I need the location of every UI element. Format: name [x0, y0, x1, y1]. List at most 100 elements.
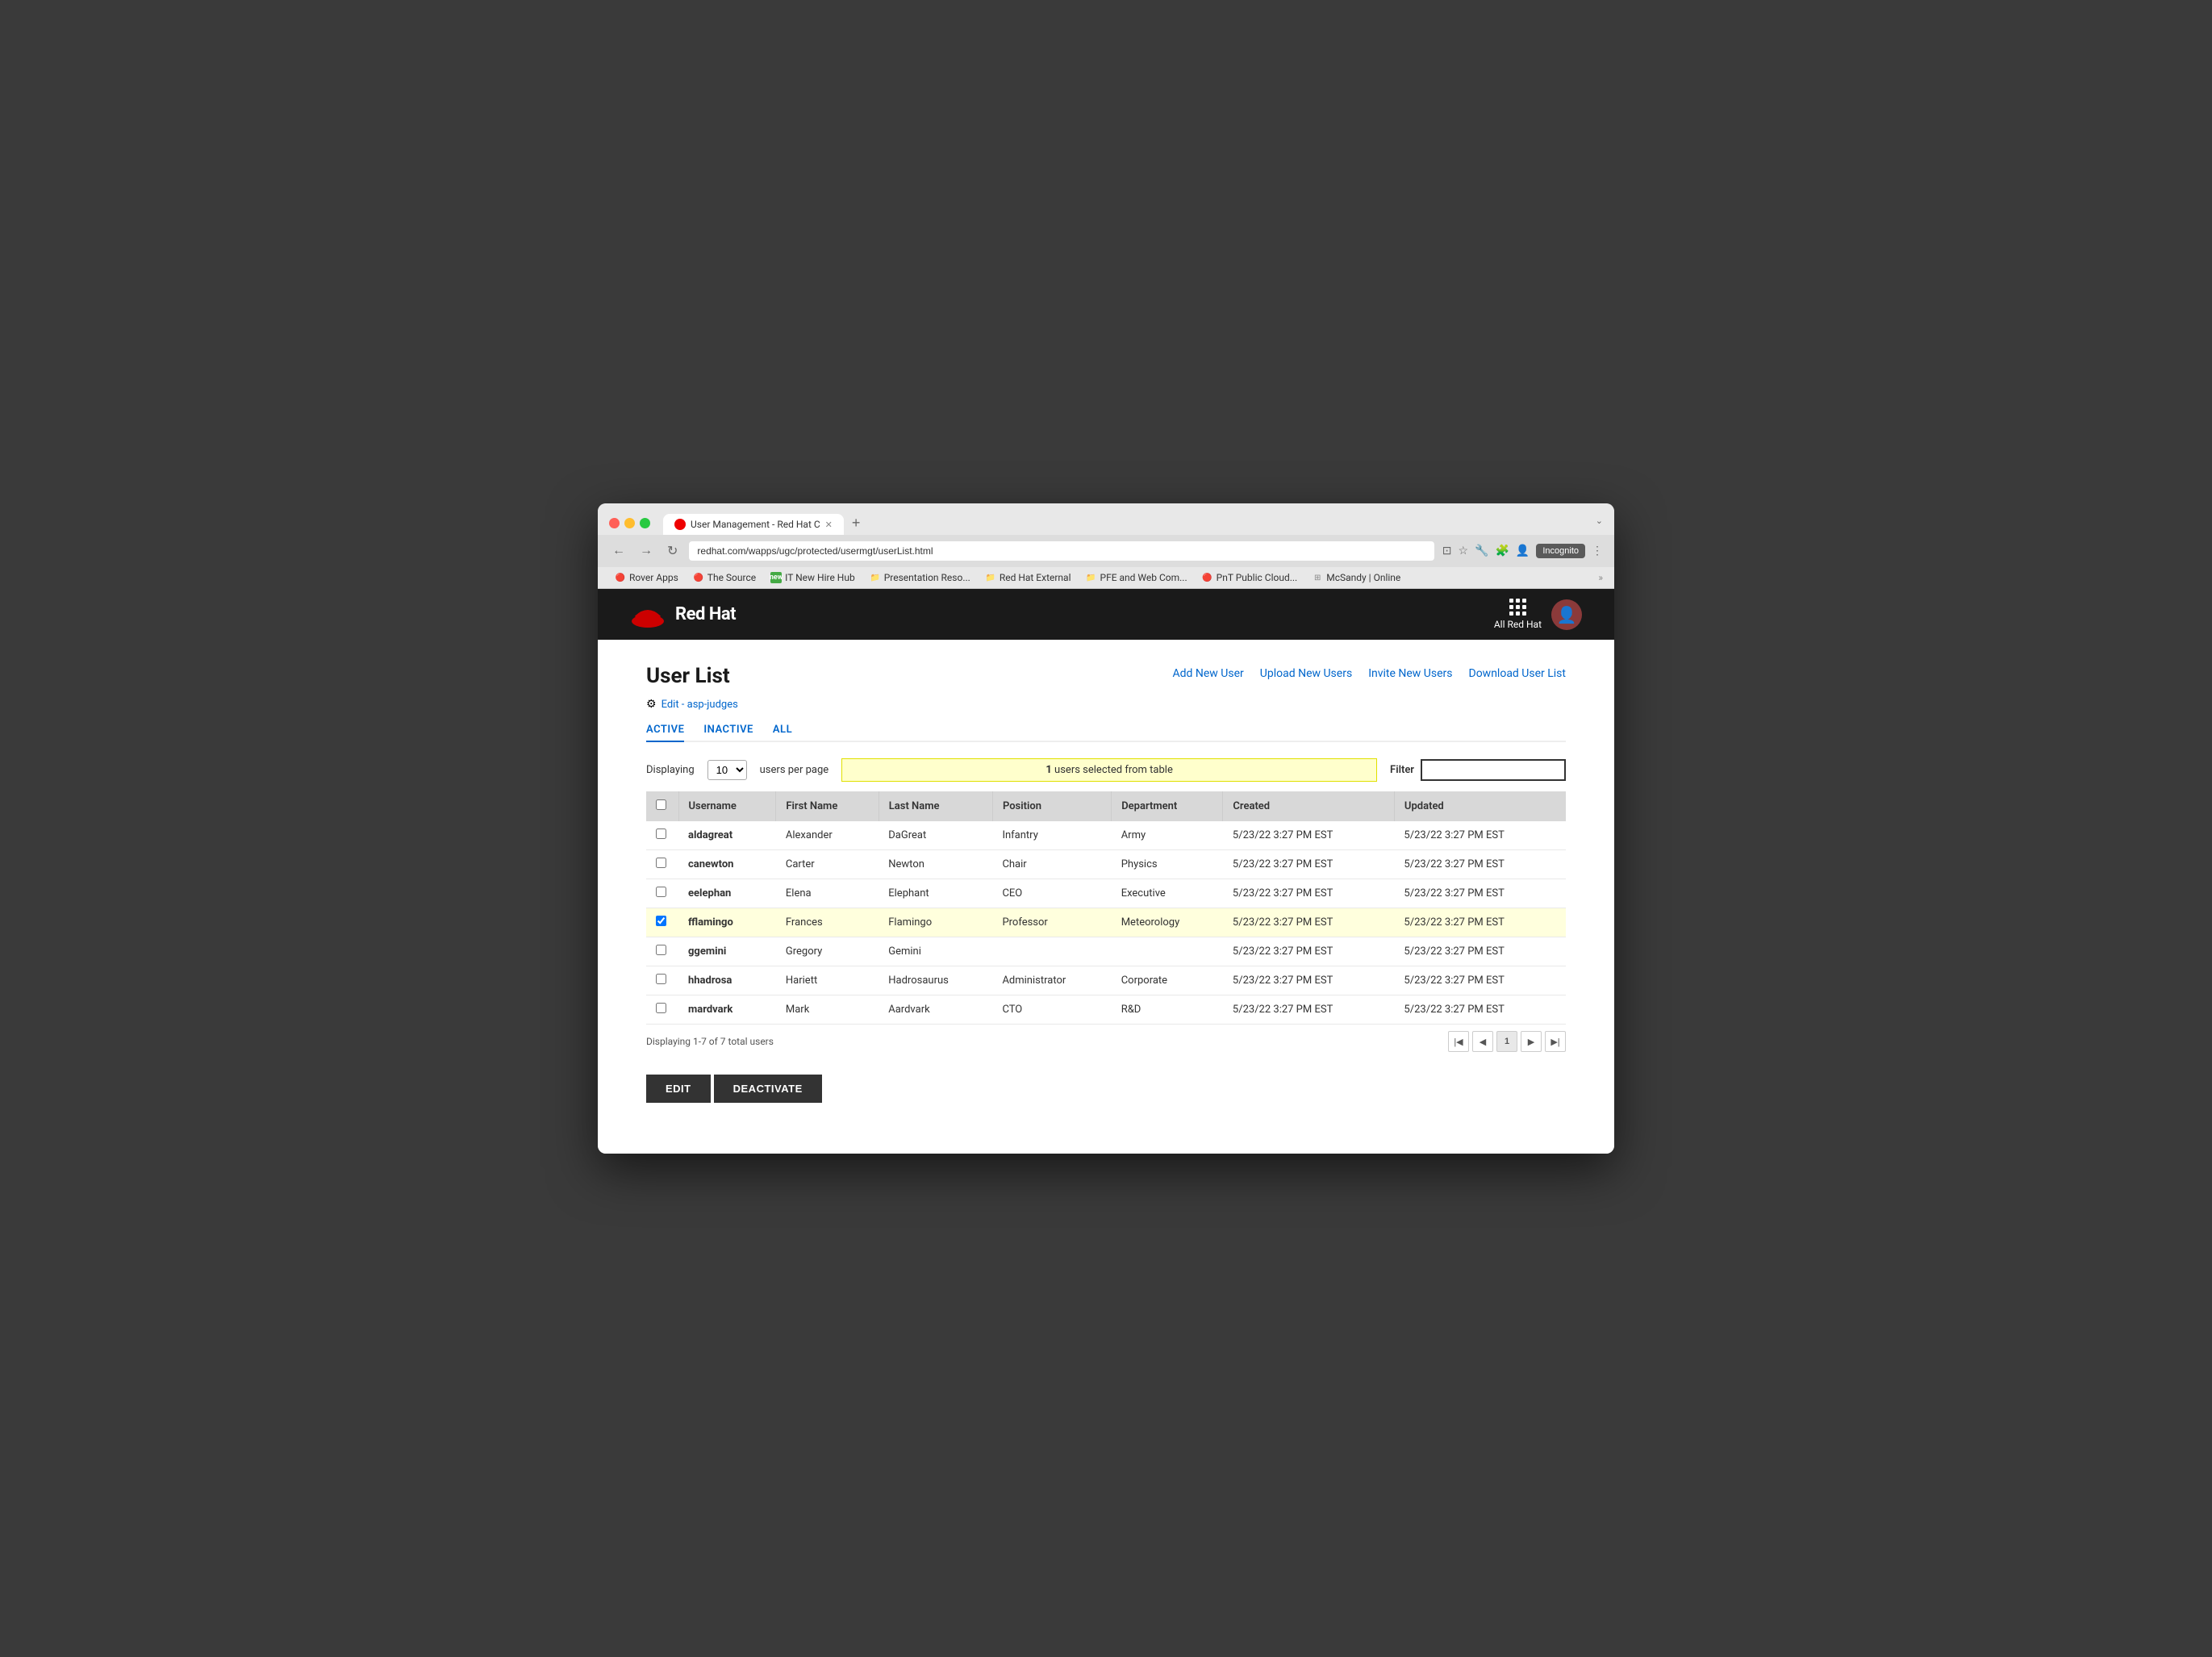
- cell-updated: 5/23/22 3:27 PM EST: [1394, 937, 1566, 966]
- bookmark-mcsandy[interactable]: ⊞ McSandy | Online: [1306, 570, 1406, 585]
- cell-username: fflamingo: [678, 908, 776, 937]
- redhat-logo-svg: [630, 600, 666, 629]
- filter-input[interactable]: [1421, 759, 1566, 781]
- cell-created: 5/23/22 3:27 PM EST: [1223, 879, 1395, 908]
- cell-created: 5/23/22 3:27 PM EST: [1223, 995, 1395, 1025]
- active-tab[interactable]: ● User Management - Red Hat C ✕: [663, 514, 844, 535]
- row-checkbox-cell: [646, 821, 678, 850]
- table-row: eelephan Elena Elephant CEO Executive 5/…: [646, 879, 1566, 908]
- col-username: Username: [678, 791, 776, 821]
- cell-username: hhadrosa: [678, 966, 776, 995]
- cell-first-name: Alexander: [776, 821, 879, 850]
- all-red-hat-btn[interactable]: All Red Hat: [1494, 599, 1542, 630]
- row-checkbox[interactable]: [656, 887, 666, 897]
- row-checkbox[interactable]: [656, 858, 666, 868]
- table-row: fflamingo Frances Flamingo Professor Met…: [646, 908, 1566, 937]
- traffic-lights: [609, 518, 650, 528]
- maximize-window-btn[interactable]: [640, 518, 650, 528]
- next-page-btn[interactable]: ▶: [1521, 1031, 1542, 1052]
- cell-first-name: Frances: [776, 908, 879, 937]
- add-new-user-link[interactable]: Add New User: [1172, 667, 1243, 680]
- cell-department: [1112, 937, 1223, 966]
- row-checkbox[interactable]: [656, 828, 666, 839]
- row-checkbox[interactable]: [656, 1003, 666, 1013]
- col-position: Position: [992, 791, 1111, 821]
- main-content: User List Add New User Upload New Users …: [598, 640, 1614, 1135]
- tab-active[interactable]: ACTIVE: [646, 724, 684, 742]
- cell-first-name: Elena: [776, 879, 879, 908]
- bookmarks-bar: 🔴 Rover Apps 🔴 The Source new IT New Hir…: [598, 567, 1614, 589]
- row-checkbox[interactable]: [656, 916, 666, 926]
- close-window-btn[interactable]: [609, 518, 620, 528]
- tab-inactive[interactable]: INACTIVE: [703, 724, 753, 739]
- bookmark-presentation[interactable]: 📁 Presentation Reso...: [864, 570, 976, 585]
- filter-label: Filter: [1390, 764, 1414, 776]
- cell-last-name: Hadrosaurus: [879, 966, 992, 995]
- row-checkbox-cell: [646, 879, 678, 908]
- forward-btn[interactable]: →: [636, 542, 656, 560]
- bookmark-pfe[interactable]: 📁 PFE and Web Com...: [1080, 570, 1193, 585]
- cell-created: 5/23/22 3:27 PM EST: [1223, 821, 1395, 850]
- tab-title: User Management - Red Hat C: [691, 519, 820, 530]
- extensions-btn[interactable]: 🧩: [1495, 545, 1509, 557]
- last-page-btn[interactable]: ▶|: [1545, 1031, 1566, 1052]
- browser-window: ● User Management - Red Hat C ✕ + ⌄ ← → …: [598, 503, 1614, 1154]
- table-row: aldagreat Alexander DaGreat Infantry Arm…: [646, 821, 1566, 850]
- deactivate-button[interactable]: DEACTIVATE: [714, 1075, 822, 1103]
- redhat-icon: 🔴: [615, 572, 626, 583]
- bookmark-rover-apps[interactable]: 🔴 Rover Apps: [609, 570, 684, 585]
- new-tab-btn[interactable]: +: [845, 511, 867, 535]
- download-user-list-link[interactable]: Download User List: [1469, 667, 1567, 680]
- row-checkbox-cell: [646, 995, 678, 1025]
- cell-first-name: Mark: [776, 995, 879, 1025]
- tab-close-btn[interactable]: ✕: [825, 520, 833, 530]
- prev-page-btn[interactable]: ◀: [1472, 1031, 1493, 1052]
- reload-btn[interactable]: ↻: [664, 541, 681, 561]
- cell-department: Meteorology: [1112, 908, 1223, 937]
- table-row: hhadrosa Hariett Hadrosaurus Administrat…: [646, 966, 1566, 995]
- first-page-btn[interactable]: |◀: [1448, 1031, 1469, 1052]
- action-links: Add New User Upload New Users Invite New…: [1172, 664, 1566, 680]
- edit-button[interactable]: EDIT: [646, 1075, 711, 1103]
- edit-group-link[interactable]: Edit - asp-judges: [662, 699, 738, 711]
- user-avatar[interactable]: 👤: [1551, 599, 1582, 630]
- cell-first-name: Gregory: [776, 937, 879, 966]
- settings-icon: ⚙: [646, 698, 657, 711]
- cell-last-name: Aardvark: [879, 995, 992, 1025]
- tab-all[interactable]: ALL: [773, 724, 792, 739]
- more-bookmarks-btn[interactable]: »: [1598, 572, 1603, 583]
- cell-username: ggemini: [678, 937, 776, 966]
- bookmark-it-new-hire[interactable]: new IT New Hire Hub: [765, 570, 861, 585]
- back-btn[interactable]: ←: [609, 542, 628, 560]
- select-all-checkbox[interactable]: [656, 799, 666, 810]
- folder-icon: 📁: [1086, 572, 1097, 583]
- per-page-select[interactable]: 10 25 50: [707, 760, 747, 780]
- address-input[interactable]: [689, 541, 1434, 561]
- row-checkbox[interactable]: [656, 945, 666, 955]
- menu-btn[interactable]: ⋮: [1592, 545, 1603, 557]
- page-title: User List: [646, 664, 730, 688]
- rh-logo: Red Hat: [630, 600, 736, 629]
- incognito-btn[interactable]: Incognito: [1536, 544, 1585, 558]
- bookmark-icon[interactable]: ☆: [1458, 545, 1468, 557]
- rh-header: Red Hat All Red Hat 👤: [598, 589, 1614, 640]
- bookmark-redhat-external[interactable]: 📁 Red Hat External: [979, 570, 1077, 585]
- invite-new-users-link[interactable]: Invite New Users: [1368, 667, 1452, 680]
- selected-text: users selected from table: [1054, 764, 1173, 776]
- row-checkbox[interactable]: [656, 974, 666, 984]
- table-controls: Displaying 10 25 50 users per page 1 use…: [646, 758, 1566, 782]
- row-checkbox-cell: [646, 966, 678, 995]
- minimize-window-btn[interactable]: [624, 518, 635, 528]
- cell-position: Professor: [992, 908, 1111, 937]
- displaying-label: Displaying: [646, 764, 695, 776]
- table-body: aldagreat Alexander DaGreat Infantry Arm…: [646, 821, 1566, 1025]
- profile-icon[interactable]: 👤: [1516, 545, 1530, 557]
- bookmark-pnt[interactable]: 🔴 PnT Public Cloud...: [1196, 570, 1304, 585]
- upload-new-users-link[interactable]: Upload New Users: [1260, 667, 1352, 680]
- address-icons: ⊡ ☆ 🔧 🧩 👤 Incognito ⋮: [1442, 544, 1603, 558]
- col-first-name: First Name: [776, 791, 879, 821]
- bookmark-the-source[interactable]: 🔴 The Source: [687, 570, 762, 585]
- page-1-btn[interactable]: 1: [1496, 1031, 1517, 1052]
- cell-department: Corporate: [1112, 966, 1223, 995]
- cell-position: CEO: [992, 879, 1111, 908]
